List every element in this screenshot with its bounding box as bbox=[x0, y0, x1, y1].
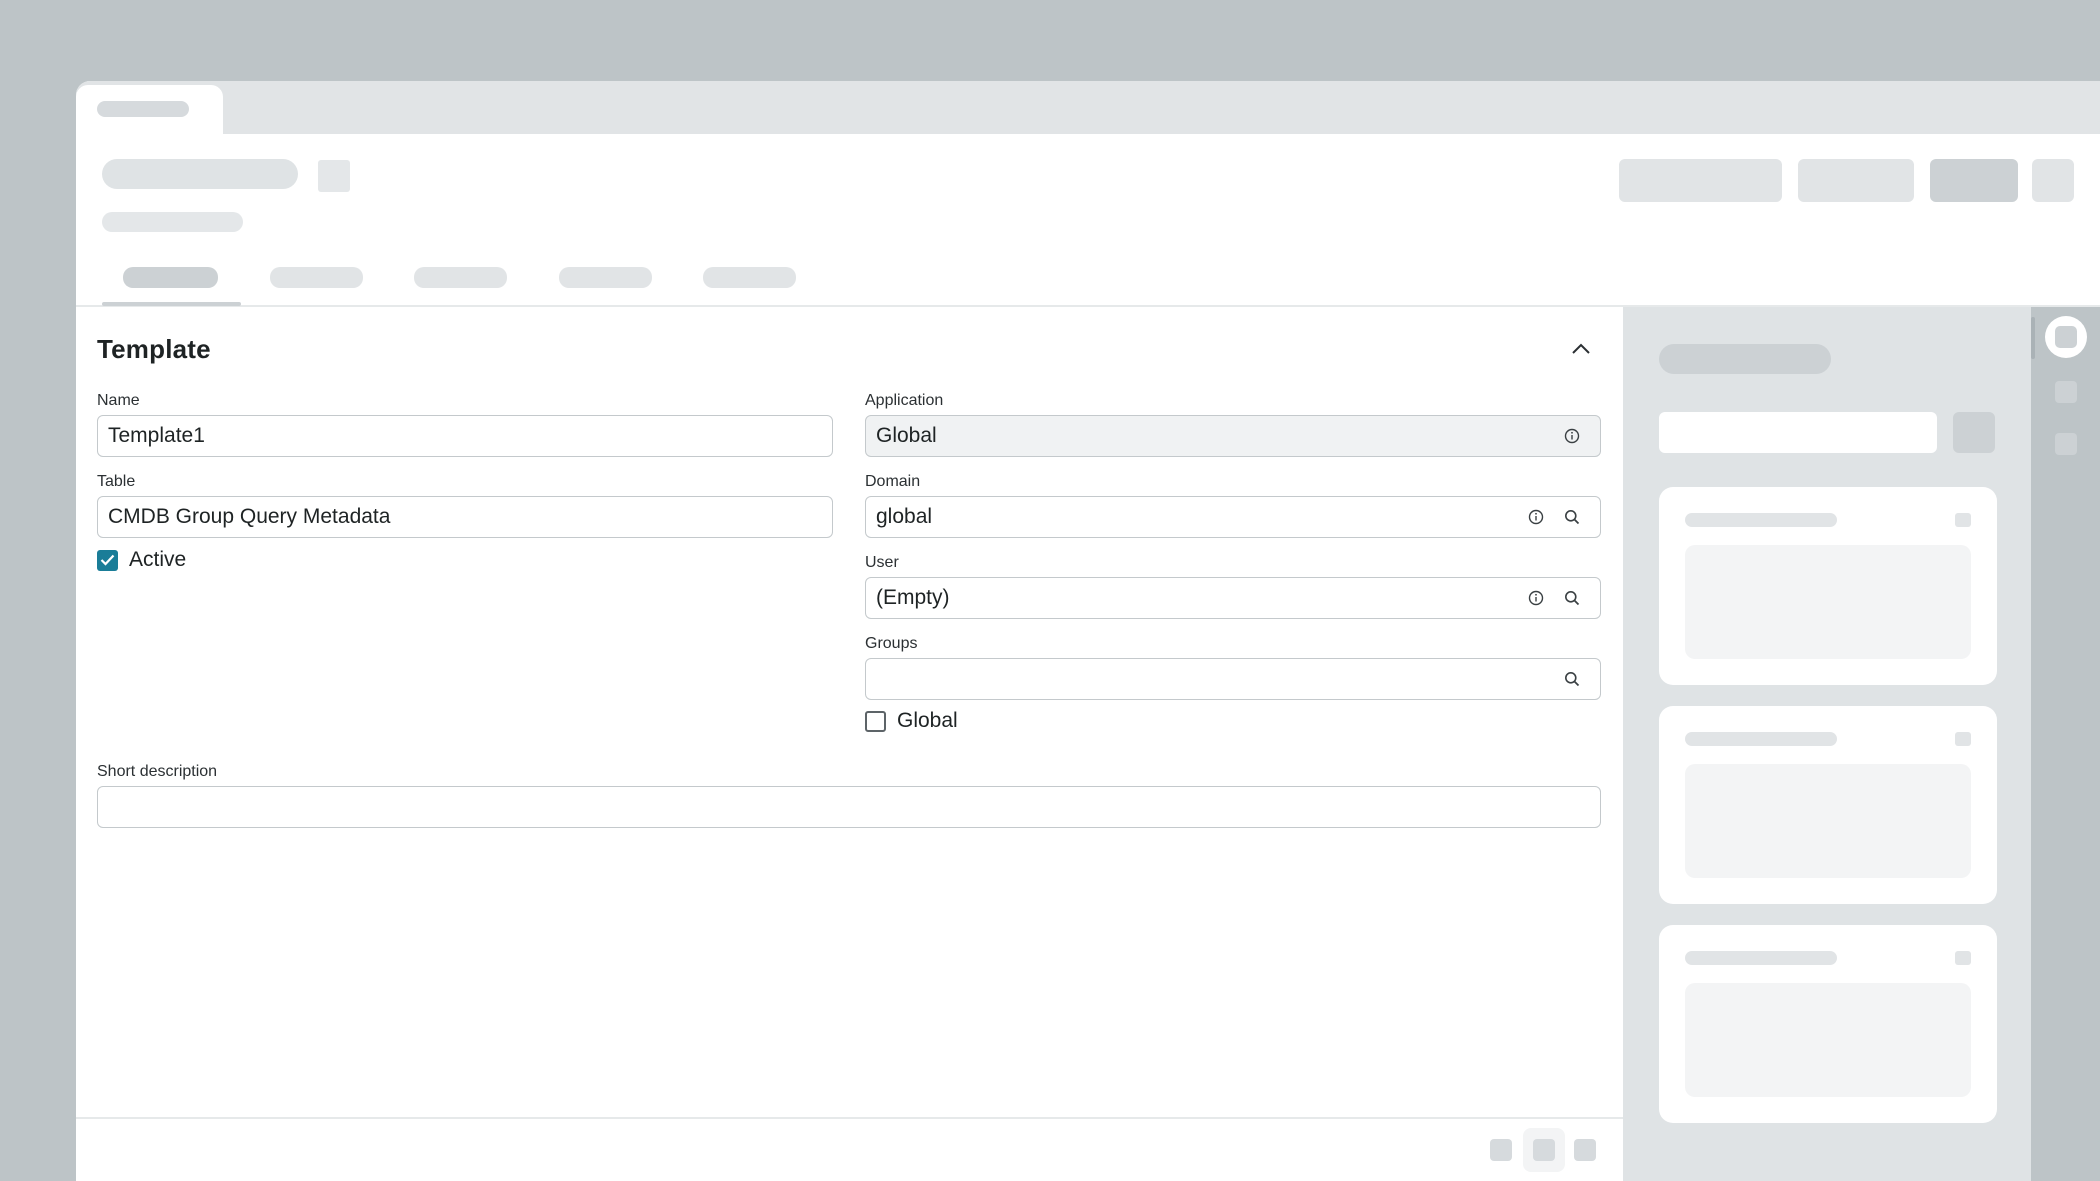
user-label: User bbox=[865, 554, 899, 571]
user-value: (Empty) bbox=[876, 586, 950, 609]
application-value: Global bbox=[876, 424, 937, 447]
tab-5[interactable] bbox=[703, 267, 796, 288]
global-label: Global bbox=[897, 709, 958, 732]
tab-strip bbox=[76, 81, 2100, 134]
browser-tab-active[interactable] bbox=[76, 85, 223, 134]
record-title-placeholder bbox=[102, 159, 298, 189]
footer-action-3-icon[interactable] bbox=[1574, 1139, 1596, 1161]
card-content-placeholder bbox=[1685, 764, 1971, 878]
card-menu-icon[interactable] bbox=[1955, 951, 1971, 965]
table-label: Table bbox=[97, 473, 136, 490]
search-icon[interactable] bbox=[1554, 580, 1590, 616]
footer-action-2-button[interactable] bbox=[1523, 1128, 1565, 1172]
header-action-button-1[interactable] bbox=[1619, 159, 1782, 202]
tab-title-placeholder bbox=[97, 101, 189, 117]
active-label: Active bbox=[129, 548, 187, 571]
card-menu-icon[interactable] bbox=[1955, 732, 1971, 746]
table-field[interactable]: CMDB Group Query Metadata bbox=[97, 496, 833, 538]
global-checkbox-row[interactable]: Global bbox=[865, 709, 958, 733]
footer-action-2-icon bbox=[1533, 1139, 1555, 1161]
card-content-placeholder bbox=[1685, 545, 1971, 659]
side-card-1[interactable] bbox=[1659, 487, 1997, 685]
side-panel bbox=[1623, 307, 2031, 1181]
record-subtitle-placeholder bbox=[102, 212, 243, 232]
tab-2[interactable] bbox=[270, 267, 363, 288]
template-form: Template Name Template1 Table CMDB Group… bbox=[76, 307, 1623, 1117]
right-icon-rail bbox=[2031, 307, 2100, 1181]
side-panel-title-placeholder bbox=[1659, 344, 1831, 374]
domain-value: global bbox=[876, 505, 933, 528]
tab-details[interactable] bbox=[123, 267, 218, 288]
app-window: Template Name Template1 Table CMDB Group… bbox=[76, 81, 2100, 1181]
favorite-icon[interactable] bbox=[318, 160, 350, 192]
side-card-2[interactable] bbox=[1659, 706, 1997, 904]
rail-item-2-icon[interactable] bbox=[2055, 381, 2077, 403]
table-value: CMDB Group Query Metadata bbox=[108, 505, 391, 528]
rail-item-3-icon[interactable] bbox=[2055, 433, 2077, 455]
footer-action-1-icon[interactable] bbox=[1490, 1139, 1512, 1161]
short-description-field[interactable] bbox=[97, 786, 1601, 828]
side-card-3[interactable] bbox=[1659, 925, 1997, 1123]
domain-field[interactable]: global bbox=[865, 496, 1601, 538]
global-checkbox[interactable] bbox=[865, 710, 886, 732]
active-checkbox[interactable] bbox=[97, 549, 118, 571]
groups-label: Groups bbox=[865, 635, 918, 652]
header-action-button-2[interactable] bbox=[1798, 159, 1914, 202]
tab-3[interactable] bbox=[414, 267, 507, 288]
info-icon[interactable] bbox=[1554, 418, 1590, 454]
active-tab-indicator bbox=[102, 302, 241, 306]
side-panel-search-input[interactable] bbox=[1659, 412, 1937, 453]
rail-active-indicator bbox=[2031, 317, 2035, 359]
application-label: Application bbox=[865, 392, 944, 409]
short-description-label: Short description bbox=[97, 763, 218, 780]
groups-field[interactable] bbox=[865, 658, 1601, 700]
card-title-placeholder bbox=[1685, 951, 1837, 965]
card-title-placeholder bbox=[1685, 513, 1837, 527]
chevron-up-icon[interactable] bbox=[1567, 335, 1595, 363]
name-value: Template1 bbox=[108, 424, 205, 447]
header-primary-button[interactable] bbox=[1930, 159, 2018, 202]
card-content-placeholder bbox=[1685, 983, 1971, 1097]
application-field: Global bbox=[865, 415, 1601, 457]
search-icon[interactable] bbox=[1554, 661, 1590, 697]
rail-item-1[interactable] bbox=[2045, 316, 2087, 358]
info-icon[interactable] bbox=[1518, 580, 1554, 616]
section-title: Template bbox=[97, 334, 211, 364]
form-footer bbox=[76, 1117, 1623, 1181]
side-panel-filter-button[interactable] bbox=[1953, 412, 1995, 453]
domain-label: Domain bbox=[865, 473, 921, 490]
card-title-placeholder bbox=[1685, 732, 1837, 746]
name-label: Name bbox=[97, 392, 140, 409]
card-menu-icon[interactable] bbox=[1955, 513, 1971, 527]
record-header bbox=[76, 134, 2100, 307]
more-options-button[interactable] bbox=[2032, 159, 2074, 202]
tab-4[interactable] bbox=[559, 267, 652, 288]
active-checkbox-row[interactable]: Active bbox=[97, 548, 186, 572]
info-icon[interactable] bbox=[1518, 499, 1554, 535]
rail-item-1-icon bbox=[2055, 326, 2077, 348]
user-field[interactable]: (Empty) bbox=[865, 577, 1601, 619]
search-icon[interactable] bbox=[1554, 499, 1590, 535]
name-field[interactable]: Template1 bbox=[97, 415, 833, 457]
